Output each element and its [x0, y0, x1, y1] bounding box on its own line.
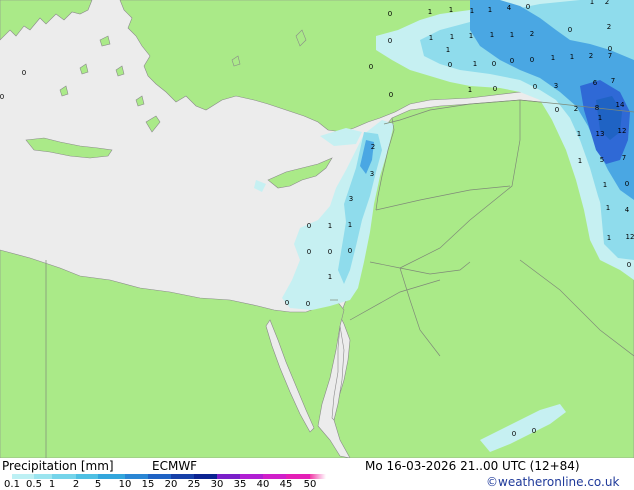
precip-value: 1 [446, 46, 450, 54]
scale-tick-label: 1 [48, 479, 56, 490]
precip-value: 0 [448, 61, 452, 69]
precip-value: 0 [532, 427, 536, 435]
precip-value: 0 [388, 10, 392, 18]
model-name: ECMWF [152, 459, 198, 473]
precip-value: 1 [473, 60, 477, 68]
precip-value: 0 [388, 37, 392, 45]
precip-value: 1 [590, 0, 594, 6]
precip-value: 0 [510, 57, 514, 65]
precip-value: 8 [595, 104, 599, 112]
precip-value: 1 [578, 157, 582, 165]
precip-value: 4 [507, 4, 512, 12]
scale-tick-label: 2 [72, 479, 80, 490]
scale-tick-label: 0.1 [4, 479, 20, 490]
precip-value: 1 [570, 53, 574, 61]
precip-value: 0 [512, 430, 516, 438]
precip-value: 3 [349, 195, 353, 203]
precip-value: 0 [22, 69, 26, 77]
precip-value: 1 [488, 6, 492, 14]
precip-value: 1 [603, 181, 607, 189]
precip-value: 1 [470, 7, 474, 15]
precip-value: 1 [577, 130, 581, 138]
scale-tick-label: 30 [210, 479, 224, 490]
weather-map-frame: 0111140120111112021000100011270100367001… [0, 0, 634, 490]
scale-tick-label: 10 [118, 479, 132, 490]
precipitation-map: 0 1 1 1 1 4 01 20 1 1 1 1 1 2 0 21 00 0 1 0 0 0 1 1 2 701 0 0 3 6 70 01… [0, 0, 634, 458]
precip-value: 1 [607, 234, 611, 242]
precip-value: 2 [589, 52, 593, 60]
precip-value: 2 [574, 105, 578, 113]
scale-tick-label: 50 [303, 479, 317, 490]
scale-tick-label: 0.5 [26, 479, 42, 490]
scale-tick-label: 15 [141, 479, 155, 490]
precip-value: 14 [616, 101, 625, 109]
precip-value: 0 [348, 247, 352, 255]
precip-value: 0 [493, 85, 497, 93]
precip-value: 0 [389, 91, 393, 99]
valid-datetime: Mo 16-03-2026 21..00 UTC (12+84) [365, 459, 580, 473]
precip-value: 0 [625, 180, 629, 188]
precip-value: 1 [468, 86, 472, 94]
precip-value: 1 [510, 31, 514, 39]
scale-tick-label: 25 [187, 479, 201, 490]
precip-value: 0 [307, 222, 311, 230]
precip-value: 2 [530, 30, 534, 38]
precip-value: 1 [348, 221, 352, 229]
precip-value: 0 [307, 248, 311, 256]
precip-value: 3 [370, 170, 374, 178]
precip-value: 7 [608, 52, 612, 60]
credit-link[interactable]: ©weatheronline.co.uk [486, 475, 619, 489]
precip-value: 1 [449, 6, 453, 14]
precip-value: 1 [429, 34, 433, 42]
precip-value: 1 [450, 33, 454, 41]
precip-value: 12 [626, 233, 634, 241]
scale-tick-label: 35 [233, 479, 247, 490]
precip-value: 4 [625, 206, 630, 214]
precip-value: 6 [593, 79, 598, 87]
map-title: Precipitation [mm] [2, 459, 114, 473]
scale-tick-label: 45 [279, 479, 293, 490]
precip-value: 0 [0, 93, 4, 101]
precip-value: 2 [371, 143, 375, 151]
precip-value: 0 [306, 300, 310, 308]
precip-value: 0 [568, 26, 572, 34]
scale-tick-label: 5 [94, 479, 102, 490]
precip-value: 1 [328, 273, 332, 281]
precip-value: 0 [555, 106, 559, 114]
precip-value: 0 [492, 60, 496, 68]
precip-value: 1 [490, 31, 494, 39]
precip-value: 2 [607, 23, 611, 31]
precip-value: 1 [606, 204, 610, 212]
precip-value: 0 [285, 299, 289, 307]
precip-value: 7 [622, 154, 626, 162]
precip-value: 5 [600, 156, 604, 164]
scale-tick-label: 20 [164, 479, 178, 490]
precip-value: 13 [596, 130, 605, 138]
precip-value: 0 [369, 63, 373, 71]
precip-value: 0 [627, 261, 631, 269]
map-footer: Precipitation [mm] ECMWF Mo 16-03-2026 2… [0, 458, 634, 490]
precip-value: 2 [605, 0, 609, 6]
precip-value: 1 [428, 8, 432, 16]
precip-value: 0 [533, 83, 537, 91]
precip-value: 1 [551, 54, 555, 62]
precip-value: 0 [328, 248, 332, 256]
precip-value: 0 [526, 3, 530, 11]
precip-value: 7 [611, 77, 615, 85]
precip-value: 1 [598, 114, 602, 122]
precip-value: 1 [469, 32, 473, 40]
precip-value: 1 [328, 222, 332, 230]
scale-tick-label: 40 [256, 479, 270, 490]
precip-value: 0 [530, 56, 534, 64]
precip-value: 12 [618, 127, 627, 135]
precip-value: 3 [554, 82, 558, 90]
